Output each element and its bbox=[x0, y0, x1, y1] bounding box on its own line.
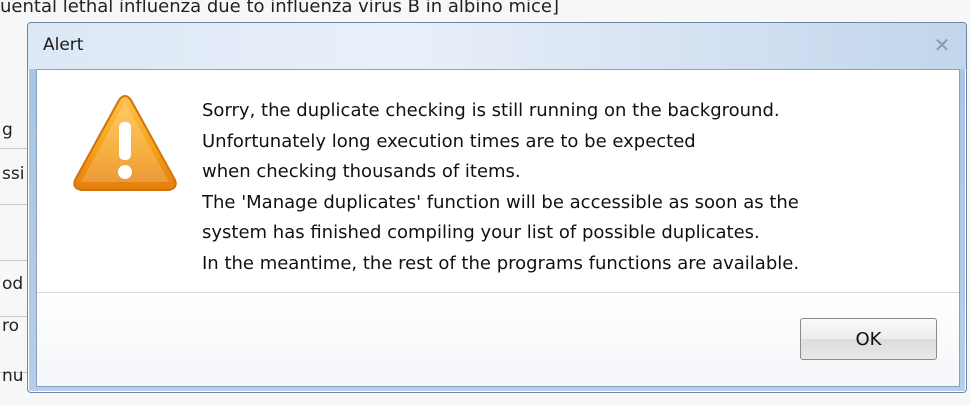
message-area: Sorry, the duplicate checking is still r… bbox=[37, 70, 959, 292]
message-line: In the meantime, the rest of the program… bbox=[202, 252, 800, 274]
dialog-titlebar[interactable]: Alert ✕ bbox=[28, 23, 966, 69]
warning-triangle-icon bbox=[73, 94, 177, 191]
alert-dialog: Alert ✕ Sorry, the duplicate checking is… bbox=[27, 22, 967, 393]
dialog-footer: OK bbox=[37, 293, 959, 386]
dialog-body: Sorry, the duplicate checking is still r… bbox=[36, 69, 960, 387]
message-line: The 'Manage duplicates' function will be… bbox=[202, 191, 799, 213]
message-line: system has finished compiling your list … bbox=[202, 222, 760, 243]
alert-message: Sorry, the duplicate checking is still r… bbox=[202, 96, 942, 279]
message-line: Sorry, the duplicate checking is still r… bbox=[202, 100, 780, 121]
message-line: Unfortunately long execution times are t… bbox=[202, 130, 696, 152]
ok-button[interactable]: OK bbox=[800, 318, 937, 360]
close-icon[interactable]: ✕ bbox=[932, 35, 952, 55]
dialog-title: Alert bbox=[43, 35, 84, 55]
message-line: when checking thousands of items. bbox=[202, 161, 521, 182]
